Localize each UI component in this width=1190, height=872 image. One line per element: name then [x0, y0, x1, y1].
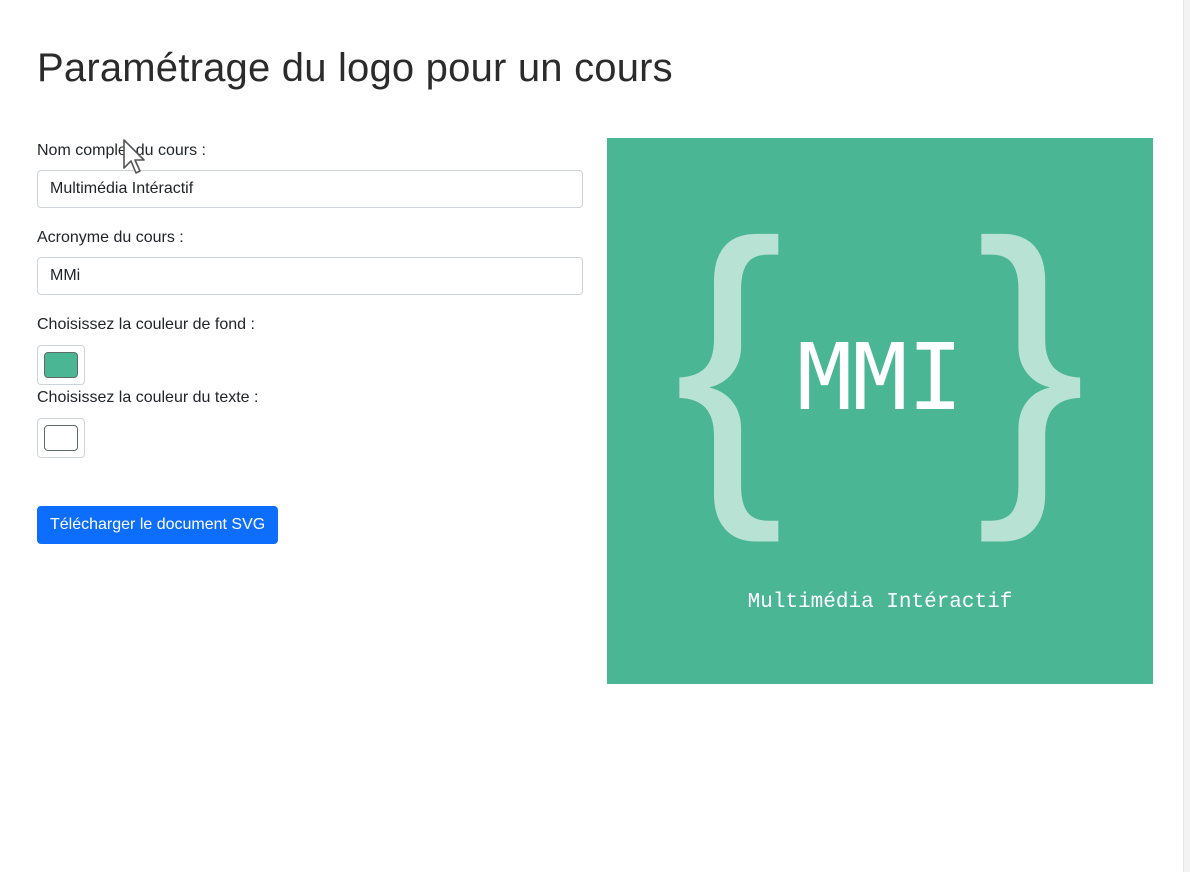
background-color-picker[interactable]: [37, 345, 85, 385]
page-title: Paramétrage du logo pour un cours: [37, 46, 673, 90]
course-name-label: Nom complet du cours :: [37, 142, 206, 159]
logo-settings-form: Nom complet du cours : Acronyme du cours…: [37, 140, 583, 544]
background-color-label: Choisissez la couleur de fond :: [37, 316, 255, 333]
logo-open-brace: {: [674, 174, 784, 545]
logo-subtitle: Multimédia Intéractif: [748, 591, 1013, 614]
text-color-label: Choisissez la couleur du texte :: [37, 389, 259, 406]
background-color-swatch: [44, 352, 78, 378]
page: Paramétrage du logo pour un cours Nom co…: [0, 0, 1190, 872]
download-svg-button[interactable]: Télécharger le document SVG: [37, 506, 279, 544]
logo-close-brace: }: [976, 174, 1086, 545]
logo-acronym: MMI: [797, 324, 963, 431]
logo-preview: { } MMI Multimédia Intéractif: [607, 138, 1153, 684]
acronym-label: Acronyme du cours :: [37, 229, 184, 246]
scrollbar[interactable]: [1183, 0, 1190, 872]
text-color-picker[interactable]: [37, 418, 85, 458]
text-color-swatch: [44, 425, 78, 451]
course-name-input[interactable]: [37, 170, 583, 208]
acronym-input[interactable]: [37, 257, 583, 295]
